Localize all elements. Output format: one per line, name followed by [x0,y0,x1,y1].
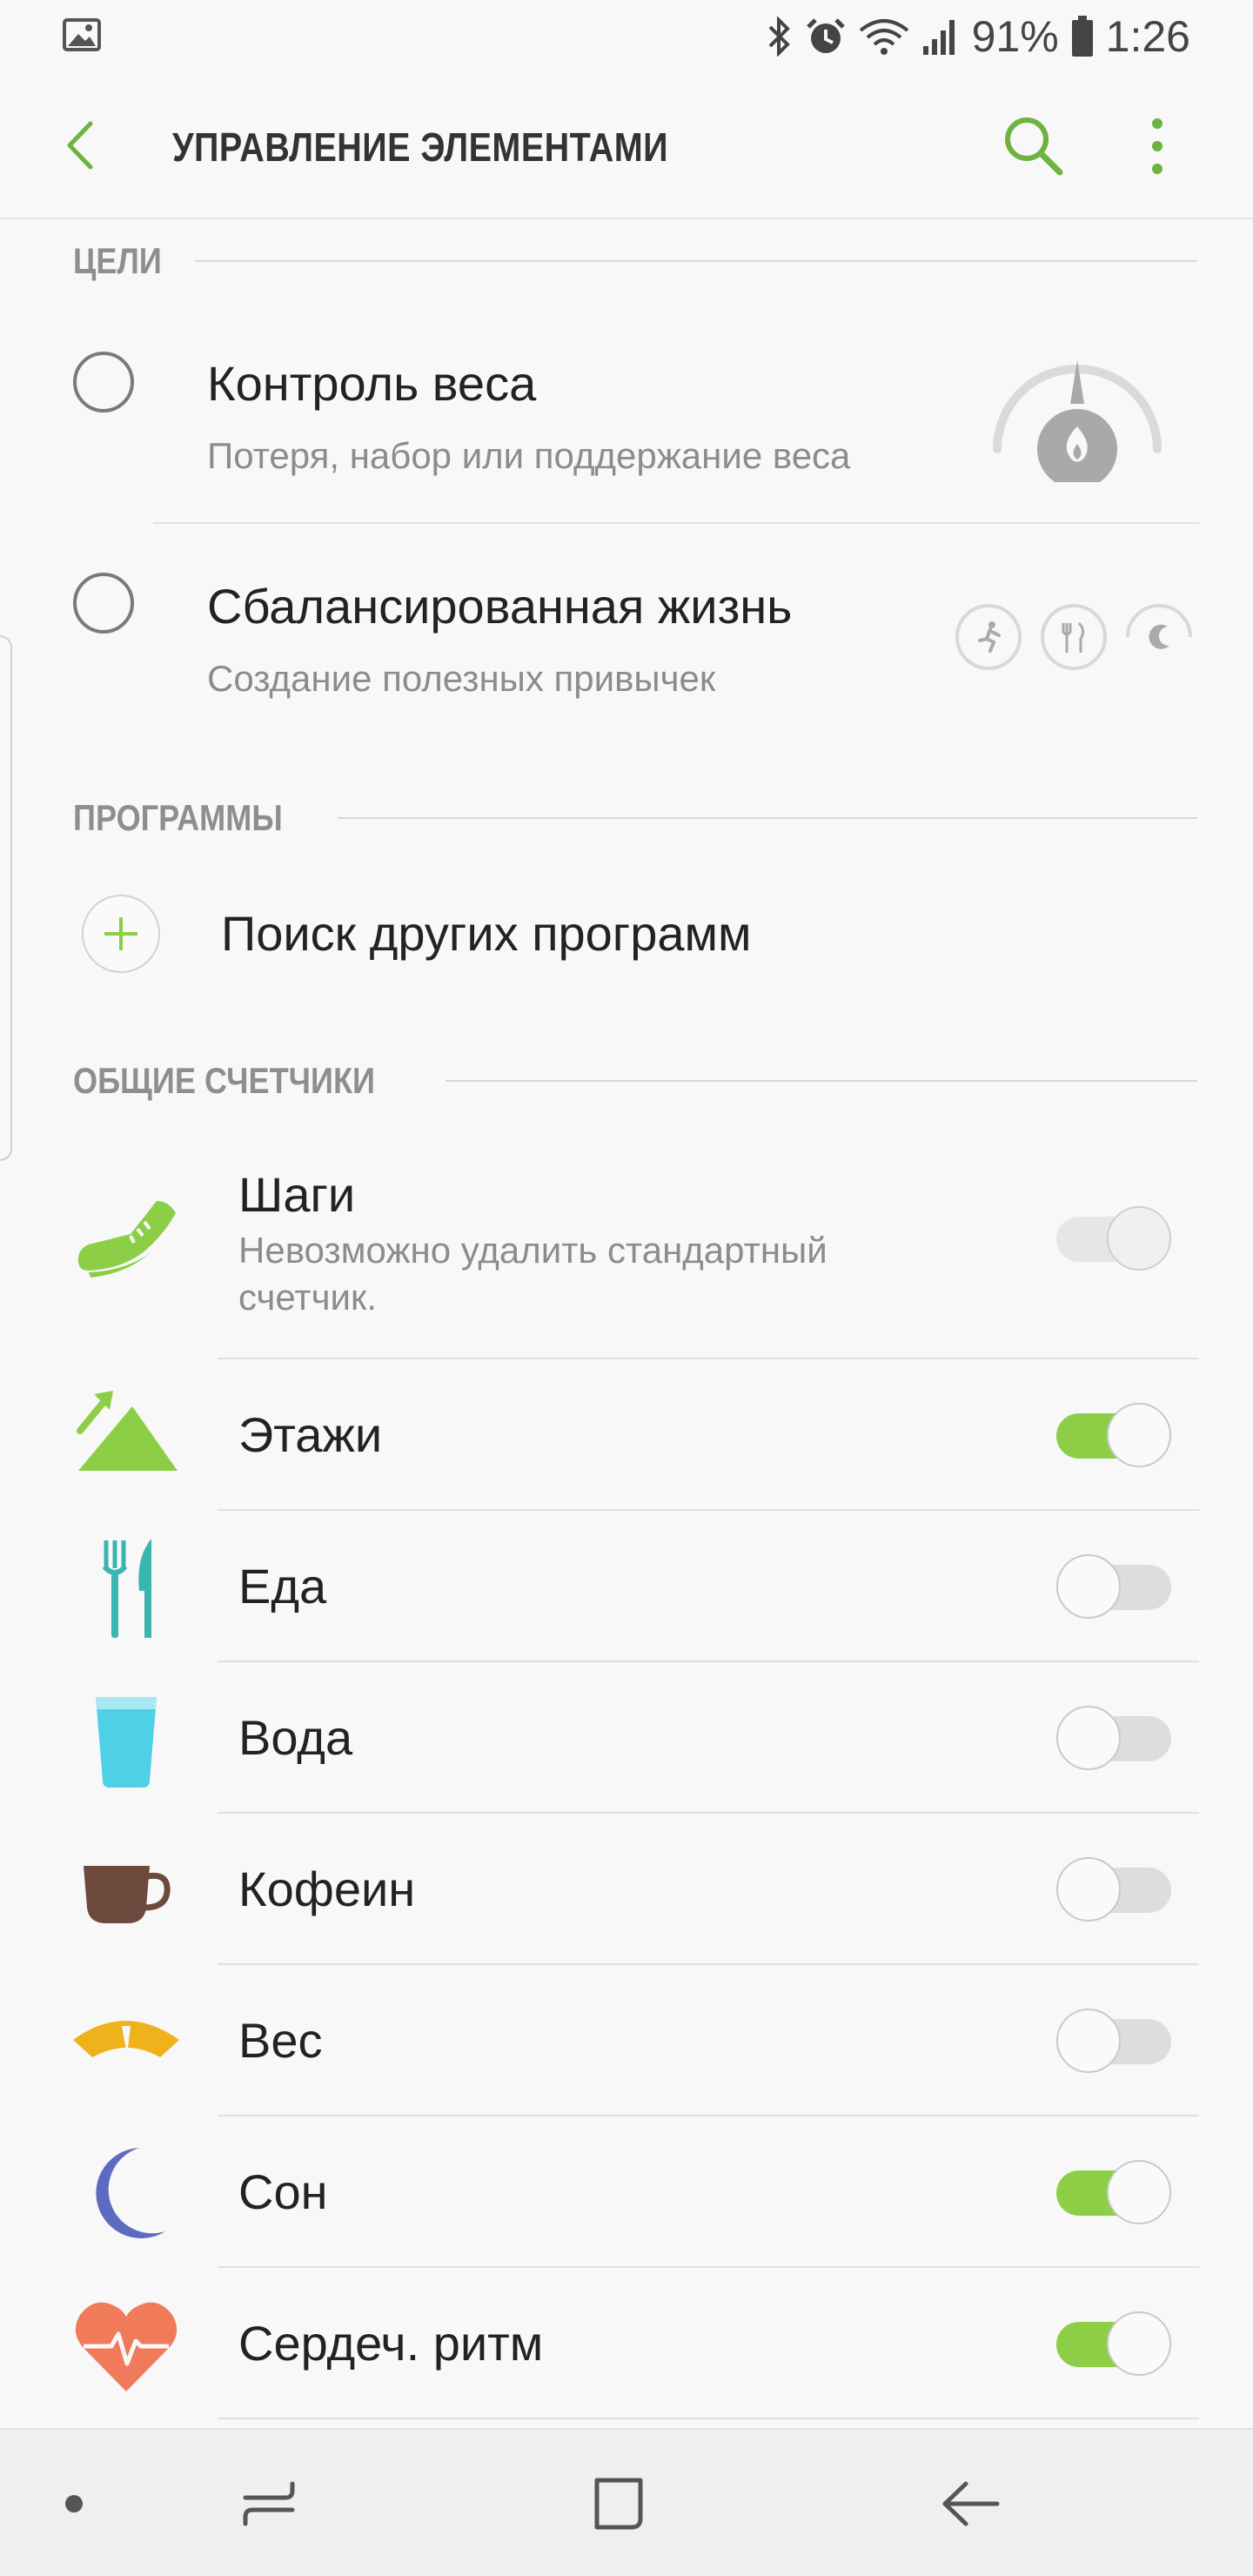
tracker-label: Еда [238,1559,327,1613]
goal-radio[interactable] [73,352,134,413]
section-header-goals: ЦЕЛИ [73,235,1197,287]
wifi-icon [859,17,909,57]
recent-apps-icon [243,2481,295,2526]
row-divider [218,1509,1199,1511]
goal-title: Контроль веса [207,356,537,411]
section-divider [337,817,1197,819]
tracker-label: Шаги [238,1167,356,1222]
toggle-knob [1056,1706,1121,1770]
goal-weight-control[interactable]: Контроль веса Потеря, набор или поддержа… [0,331,1253,531]
goal-subtitle: Потеря, набор или поддержание веса [207,435,851,476]
glass-icon [96,1697,157,1788]
alarm-icon [805,17,847,57]
find-programs-link[interactable]: Поиск других программ [221,905,752,962]
section-title-trackers: ОБЩИЕ СЧЕТЧИКИ [73,1060,376,1101]
row-divider [218,1358,1199,1359]
back-arrow-icon [67,121,93,170]
search-icon [1005,117,1063,176]
toggle-knob [1056,1857,1121,1922]
clock: 1:26 [1105,12,1190,61]
plus-icon [104,917,137,950]
search-button[interactable] [999,111,1069,181]
goal-divider [153,522,1199,524]
section-divider [445,1080,1197,1082]
tracker-label: Этажи [238,1407,383,1462]
row-divider [218,2418,1199,2419]
section-title-goals: ЦЕЛИ [73,240,162,281]
bluetooth-icon [767,17,793,57]
status-bar: 91% 1:26 [0,0,1253,73]
tracker-label: Вес [238,2013,323,2068]
toggle-knob [1056,2009,1121,2073]
row-divider [218,1660,1199,1662]
row-divider [218,1963,1199,1965]
section-title-programs: ПРОГРАММЫ [73,797,283,838]
back-button[interactable] [56,117,113,174]
toggle-knob [1107,1403,1171,1467]
row-divider [218,2266,1199,2268]
toggle-knob [1107,2160,1171,2224]
image-icon [63,17,101,56]
back-nav-button[interactable] [931,2465,1009,2543]
add-program-button[interactable] [82,895,160,973]
battery-percent: 91% [971,12,1059,61]
battery-icon [1071,16,1094,57]
mountain-icon [77,1391,178,1471]
toggle-weight[interactable] [1056,2009,1171,2073]
toggle-heart-rate[interactable] [1056,2311,1171,2376]
dot-icon [65,2495,83,2512]
toggle-knob [1056,1554,1121,1619]
row-divider [218,1812,1199,1814]
toggle-food[interactable] [1056,1554,1171,1619]
back-nav-icon [942,2481,1000,2526]
signal-icon [921,17,960,57]
toggle-floors[interactable] [1056,1403,1171,1467]
toggle-knob [1107,2311,1171,2376]
section-header-trackers: ОБЩИЕ СЧЕТЧИКИ [73,1055,1197,1107]
toggle-water[interactable] [1056,1706,1171,1770]
toggle-sleep[interactable] [1056,2160,1171,2224]
goal-balanced-life[interactable]: Сбалансированная жизнь Создание полезных… [0,557,1253,731]
more-vert-icon [1152,118,1163,174]
tracker-subtitle: Невозможно удалить стандартный счетчик. [238,1230,828,1318]
cup-icon [84,1866,171,1923]
toggle-steps[interactable] [1056,1206,1171,1271]
more-options-button[interactable] [1131,111,1183,181]
tracker-label: Сон [238,2164,328,2219]
section-divider [195,260,1197,262]
home-icon [594,2478,643,2530]
goal-title: Сбалансированная жизнь [207,579,793,634]
toggle-knob [1107,1206,1171,1271]
page-title: УПРАВЛЕНИЕ ЭЛЕМЕНТАМИ [172,124,668,170]
moon-icon [96,2148,165,2238]
scale-icon [73,2021,179,2057]
shoe-icon [77,1201,176,1278]
goal-subtitle: Создание полезных привычек [207,658,716,699]
toggle-caffeine[interactable] [1056,1857,1171,1922]
app-bar: УПРАВЛЕНИЕ ЭЛЕМЕНТАМИ [0,73,1253,219]
recent-apps-button[interactable] [230,2465,308,2543]
goal-radio[interactable] [73,573,134,634]
nav-dot[interactable] [35,2465,113,2543]
balanced-life-icons [955,604,1192,670]
tracker-label: Сердеч. ритм [238,2316,544,2371]
tracker-label: Вода [238,1710,353,1765]
fork-knife-icon [102,1539,151,1638]
home-button[interactable] [580,2465,658,2543]
weight-gauge-icon [993,360,1162,482]
navigation-bar [0,2428,1253,2576]
tracker-label: Кофеин [238,1862,416,1916]
heart-icon [75,2302,178,2392]
row-divider [218,2115,1199,2116]
section-header-programs: ПРОГРАММЫ [73,792,1197,844]
